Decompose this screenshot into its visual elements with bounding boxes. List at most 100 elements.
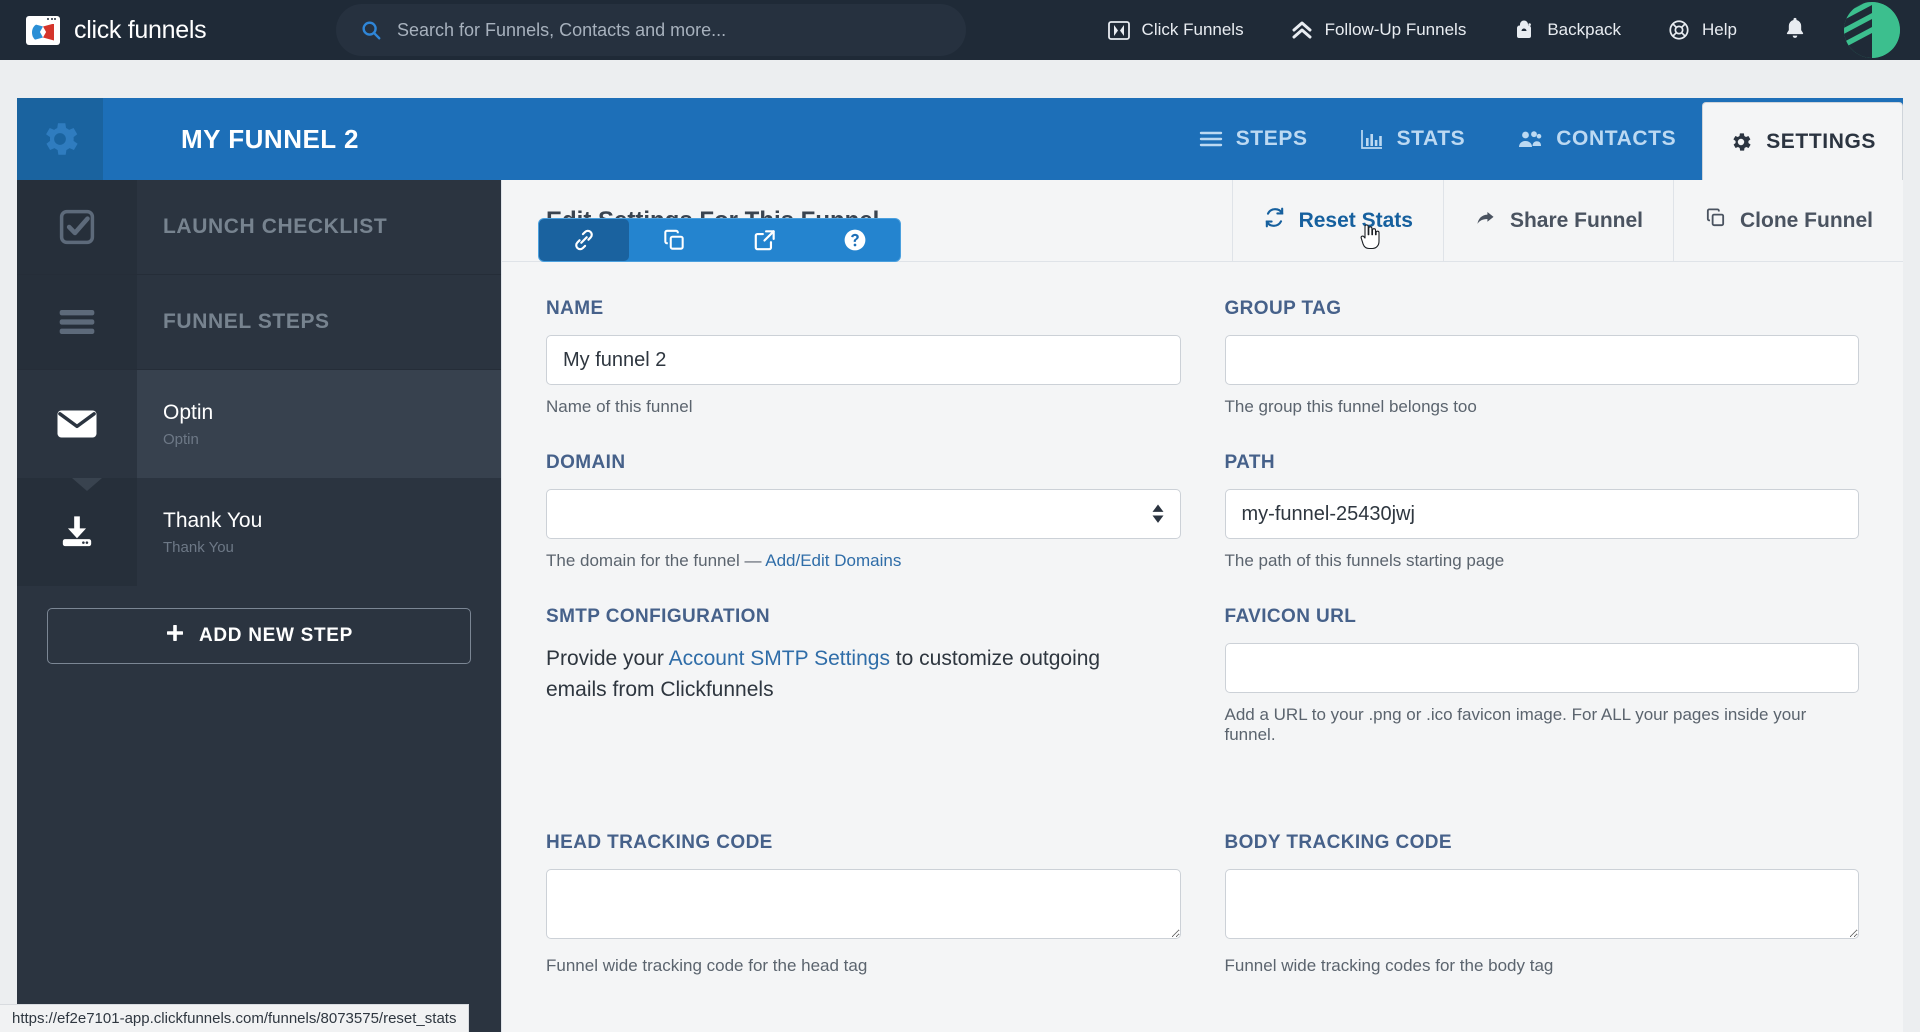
brand-name: click funnels	[74, 15, 207, 44]
sidebar-item-funnel-steps[interactable]: FUNNEL STEPS	[17, 275, 501, 370]
account-smtp-settings-link[interactable]: Account SMTP Settings	[669, 647, 890, 670]
sidebar-step-thank-you[interactable]: Thank You Thank You	[17, 478, 501, 586]
field-label: GROUP TAG	[1224, 298, 1342, 319]
external-link-icon-button[interactable]	[720, 219, 810, 261]
smtp-spacer	[546, 705, 1181, 797]
field-path: PATH The path of this funnels starting p…	[1224, 452, 1859, 571]
action-label: Clone Funnel	[1740, 208, 1873, 232]
field-help: Name of this funnel	[546, 397, 693, 416]
funnel-sidebar: LAUNCH CHECKLIST FUNNEL STEPS Optin Opti…	[17, 180, 501, 1032]
add-step-label: ADD NEW STEP	[198, 625, 354, 646]
field-label: FAVICON URL	[1224, 606, 1357, 627]
nav-item-follow-up-funnels[interactable]: Follow-Up Funnels	[1267, 0, 1490, 60]
field-label: NAME	[546, 298, 604, 319]
tab-stats[interactable]: STATS	[1334, 98, 1492, 180]
field-group-tag: GROUP TAG The group this funnel belongs …	[1224, 298, 1859, 417]
field-help: Add a URL to your .png or .ico favicon i…	[1224, 705, 1807, 744]
nav-label: Follow-Up Funnels	[1324, 20, 1467, 39]
step-title: Optin	[163, 400, 214, 424]
gear-icon	[1729, 130, 1753, 154]
field-smtp-configuration: SMTP CONFIGURATION Provide your Account …	[546, 606, 1181, 797]
tab-label: CONTACTS	[1556, 127, 1677, 150]
top-navigation-bar: click funnels Click Funnels Follow-Up Fu…	[0, 0, 1920, 60]
users-icon	[1517, 128, 1543, 150]
search-icon	[360, 19, 382, 41]
action-label: Reset Stats	[1298, 208, 1413, 232]
group-tag-input[interactable]	[1224, 335, 1859, 385]
mouse-cursor-pointer	[1359, 224, 1381, 250]
browser-viewport: click funnels Click Funnels Follow-Up Fu…	[0, 0, 1920, 1032]
field-head-tracking-code: HEAD TRACKING CODE Funnel wide tracking …	[546, 832, 1181, 976]
head-tracking-textarea[interactable]	[546, 869, 1181, 940]
notifications-button[interactable]	[1760, 0, 1830, 60]
field-label: PATH	[1224, 452, 1276, 473]
nav-item-backpack[interactable]: Backpack	[1489, 0, 1644, 60]
tab-contacts[interactable]: CONTACTS	[1491, 98, 1702, 180]
funnel-quick-actions	[538, 218, 901, 262]
share-arrow-icon	[1474, 206, 1497, 235]
add-new-step-button[interactable]: ADD NEW STEP	[47, 608, 471, 664]
clone-funnel-button[interactable]: Clone Funnel	[1673, 180, 1903, 261]
download-icon	[17, 478, 137, 586]
nav-label: Click Funnels	[1141, 20, 1244, 39]
brand-logo-group[interactable]: click funnels	[26, 15, 294, 45]
funnel-body: LAUNCH CHECKLIST FUNNEL STEPS Optin Opti…	[17, 180, 1903, 1032]
gear-icon	[17, 98, 103, 180]
nav-item-help[interactable]: Help	[1644, 0, 1760, 60]
nav-label: Backpack	[1547, 20, 1622, 39]
share-funnel-button[interactable]: Share Funnel	[1442, 180, 1673, 261]
reset-stats-button[interactable]: Reset Stats	[1231, 180, 1443, 261]
settings-panel: Edit Settings For This Funnel Reset Stat…	[501, 180, 1903, 1032]
question-circle-icon-button[interactable]	[810, 219, 900, 261]
add-step-container: ADD NEW STEP	[17, 586, 501, 686]
field-label: BODY TRACKING CODE	[1224, 832, 1452, 854]
chevrons-up-icon	[1290, 18, 1314, 42]
field-favicon-url: FAVICON URL Add a URL to your .png or .i…	[1224, 606, 1859, 797]
favicon-url-input[interactable]	[1224, 643, 1859, 693]
domain-help-text: The domain for the funnel —	[546, 551, 766, 570]
tab-steps[interactable]: STEPS	[1173, 98, 1334, 180]
field-help: The domain for the funnel — Add/Edit Dom…	[546, 551, 1181, 571]
step-subtitle: Optin	[163, 430, 199, 448]
add-edit-domains-link[interactable]: Add/Edit Domains	[765, 551, 901, 570]
field-name: NAME Name of this funnel	[546, 298, 1181, 417]
body-tracking-textarea[interactable]	[1224, 869, 1859, 940]
nav-item-click-funnels[interactable]: Click Funnels	[1084, 0, 1267, 60]
path-input[interactable]	[1224, 489, 1859, 539]
global-search[interactable]	[336, 4, 966, 56]
field-domain: DOMAIN The domain for the funnel — Add/E…	[546, 452, 1181, 571]
bar-chart-icon	[1360, 128, 1384, 150]
action-label: Share Funnel	[1509, 208, 1643, 232]
domain-select[interactable]	[546, 489, 1181, 539]
checkbox-icon	[17, 180, 137, 274]
step-connector-caret	[72, 478, 102, 491]
link-icon-button[interactable]	[539, 219, 630, 261]
tab-label: SETTINGS	[1766, 129, 1876, 153]
field-body-tracking-code: BODY TRACKING CODE Funnel wide tracking …	[1224, 832, 1859, 976]
field-label: DOMAIN	[546, 452, 626, 473]
envelope-icon	[17, 370, 137, 478]
field-help: Funnel wide tracking codes for the body …	[1224, 956, 1554, 976]
sidebar-item-launch-checklist[interactable]: LAUNCH CHECKLIST	[17, 180, 501, 275]
nav-label: Help	[1702, 20, 1737, 39]
step-subtitle: Thank You	[163, 538, 234, 556]
stepper-arrows-icon	[1152, 504, 1164, 524]
copy-icon-button[interactable]	[629, 219, 719, 261]
smtp-description: Provide your Account SMTP Settings to cu…	[546, 643, 1156, 705]
sidebar-step-optin[interactable]: Optin Optin	[17, 370, 501, 478]
search-input[interactable]	[397, 19, 942, 41]
copy-icon	[1704, 206, 1727, 235]
tab-label: STATS	[1396, 127, 1466, 150]
bell-icon	[1782, 15, 1808, 46]
list-icon	[17, 275, 137, 369]
funnel-app-container: MY FUNNEL 2 STEPS STATS CONTACTS SETTING…	[17, 98, 1903, 1032]
user-avatar[interactable]	[1844, 2, 1900, 58]
funnel-tabs: STEPS STATS CONTACTS SETTINGS	[1173, 98, 1903, 180]
lifebuoy-icon	[1667, 18, 1691, 42]
refresh-icon	[1263, 206, 1286, 235]
name-input[interactable]	[546, 335, 1181, 385]
top-nav-actions: Click Funnels Follow-Up Funnels Backpack…	[1084, 0, 1900, 60]
plus-icon	[165, 623, 185, 649]
tab-settings[interactable]: SETTINGS	[1702, 102, 1903, 180]
step-title: Thank You	[163, 508, 263, 532]
